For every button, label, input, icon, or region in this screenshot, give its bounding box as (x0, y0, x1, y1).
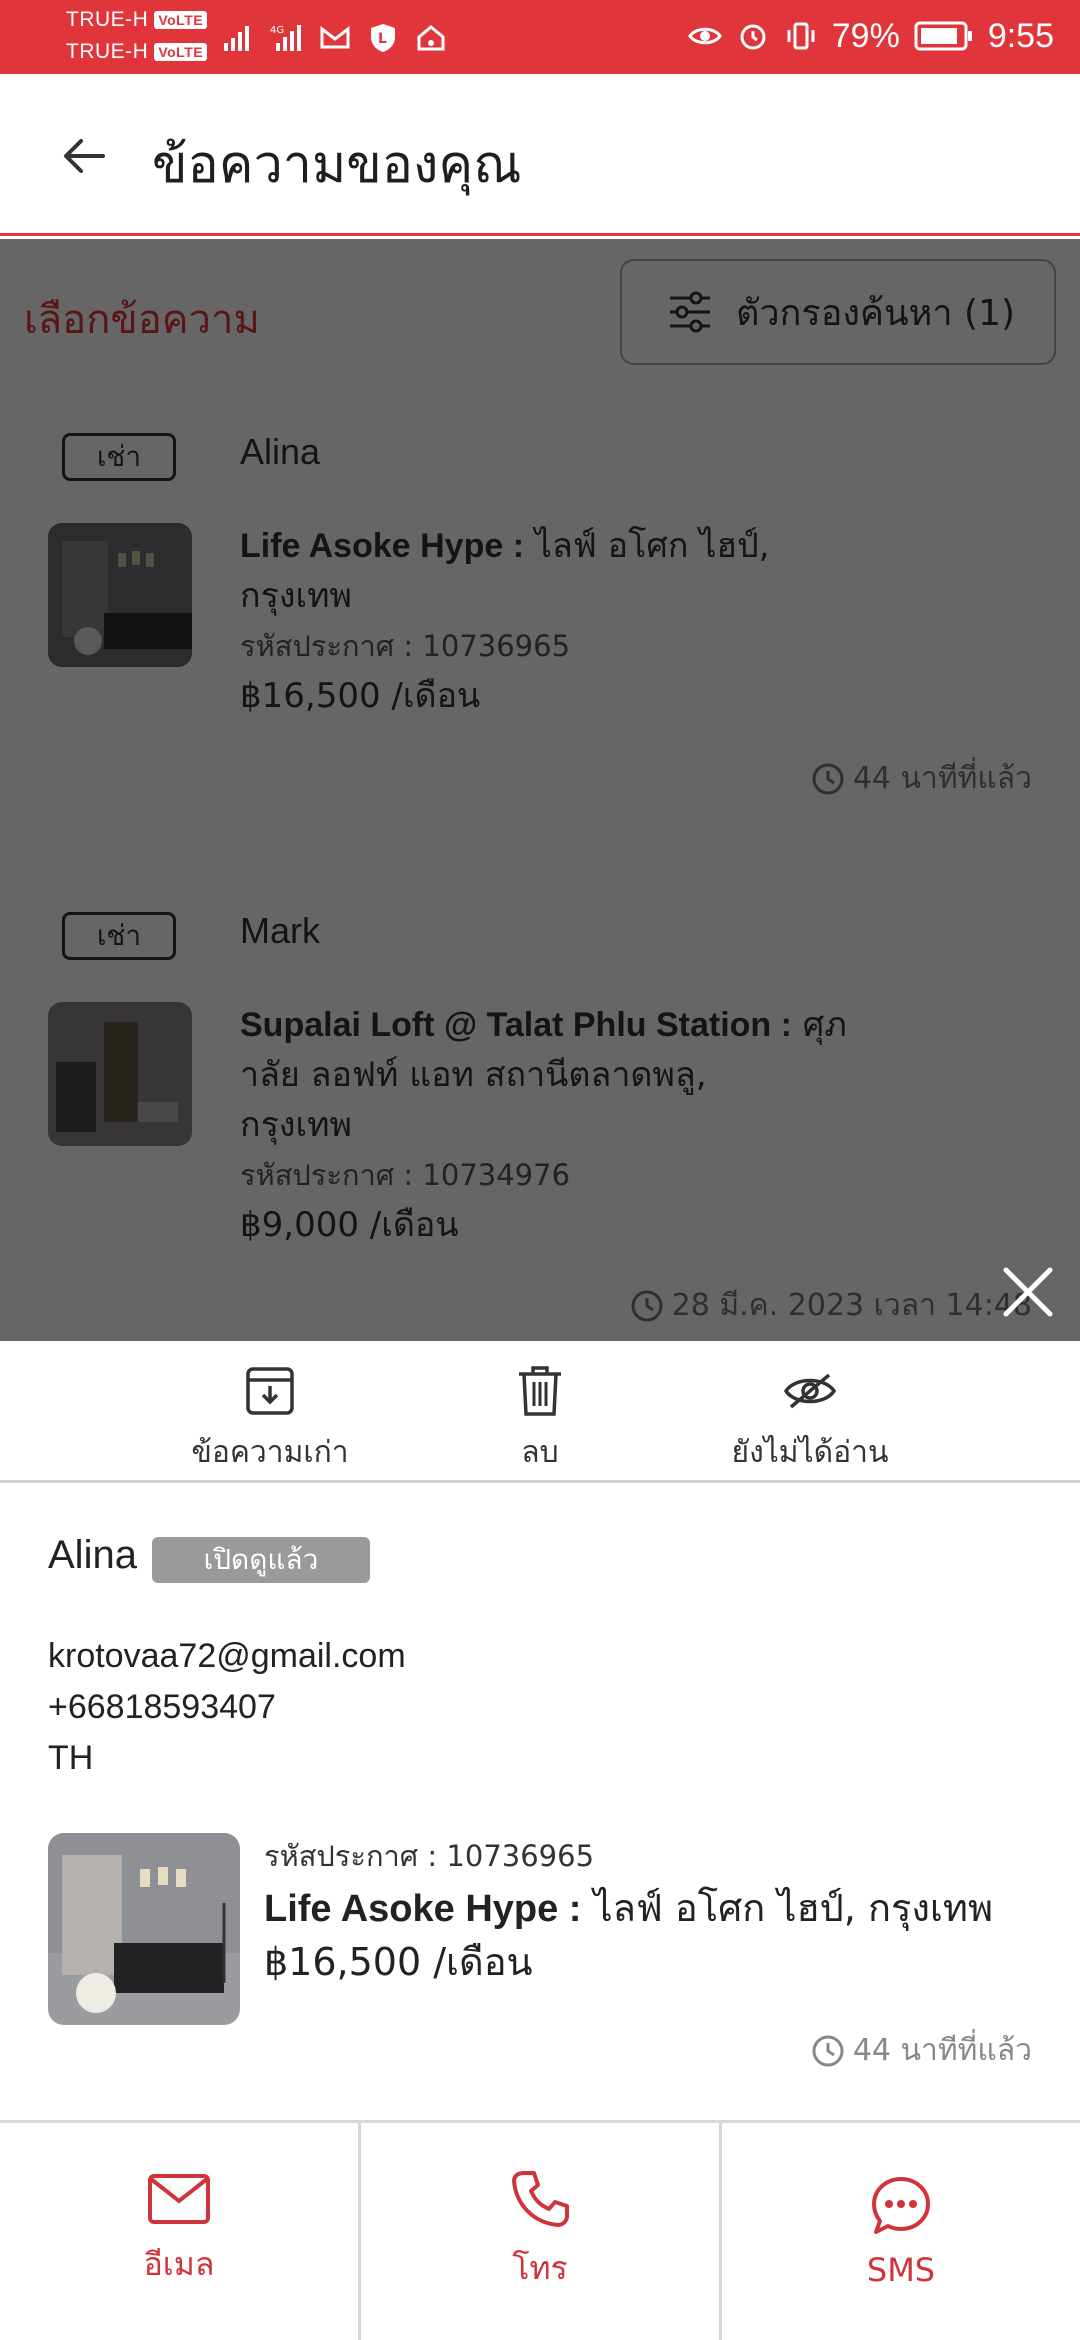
room-photo (48, 1002, 192, 1146)
mark-unread-button[interactable]: ยังไม่ได้อ่าน (680, 1361, 940, 1476)
card-time: 28 มี.ค. 2023 เวลา 14:48 (630, 1282, 1032, 1329)
eye-icon (687, 27, 722, 45)
archive-label: ข้อความเก่า (191, 1435, 349, 1470)
delete-button[interactable]: ลบ (410, 1361, 670, 1476)
svg-text:L: L (378, 31, 387, 47)
message-list: เลือกข้อความ ตัวกรองค้นหา (1) เช่า Alina… (0, 239, 1080, 1341)
sender-name: Alina (48, 1533, 137, 1577)
card-listing-thai-2: าลัย ลอฟท์ แอท สถานีตลาดพลู, (240, 1055, 707, 1095)
delete-label: ลบ (521, 1435, 559, 1470)
eye-off-icon (783, 1373, 837, 1409)
shield-icon: L (371, 24, 395, 52)
listing-thumbnail (48, 1002, 192, 1146)
action-row: ข้อความเก่า ลบ ยังไม่ได้อ่าน (0, 1341, 1080, 1483)
card-listing-thai: ศุภ (791, 1005, 847, 1045)
room-photo (48, 1833, 240, 2025)
sliders-icon (670, 291, 710, 333)
filter-button[interactable]: ตัวกรองค้นหา (1) (620, 259, 1056, 365)
battery-percent: 79% (831, 16, 900, 55)
call-button-label: โทร (512, 2249, 568, 2287)
carrier-1-label: TRUE-H (66, 8, 149, 31)
card-price: ฿16,500 /เดือน (240, 676, 481, 716)
listing-title[interactable]: Life Asoke Hype : ไลฟ์ อโศก ไฮป์, กรุงเท… (264, 1877, 993, 1938)
status-bar: TRUE-H VoLTE TRUE-H VoLTE 4G L 79% 9:55 (0, 0, 1080, 74)
home-wifi-icon (417, 25, 445, 51)
gmail-icon (320, 25, 350, 49)
contact-bar: อีเมล โทร SMS (0, 2120, 1080, 2340)
listing-thumbnail (48, 523, 192, 667)
card-listing-name: Supalai Loft @ Talat Phlu Station : (240, 1006, 792, 1044)
select-messages-link[interactable]: เลือกข้อความ (24, 287, 260, 351)
sms-button-label: SMS (866, 2250, 936, 2289)
email-button[interactable]: อีเมล (0, 2123, 361, 2340)
carrier-2-label: TRUE-H (66, 40, 149, 63)
email-button-label: อีเมล (143, 2245, 215, 2283)
card-listing-code: รหัสประกาศ : 10734976 (240, 1158, 571, 1192)
arrow-left-icon (64, 139, 105, 173)
signal-4g-icon: 4G (270, 25, 301, 51)
filter-label: ตัวกรองค้นหา (1) (736, 292, 1015, 334)
card-listing-city: กรุงเทพ (240, 576, 352, 616)
phone-icon (512, 2171, 569, 2227)
card-time-label: 44 นาทีที่แล้ว (852, 761, 1032, 796)
room-photo (48, 523, 192, 667)
listing-photo[interactable] (48, 1833, 240, 2025)
message-detail-sheet: ข้อความเก่า ลบ ยังไม่ได้อ่าน Alina เปิดด… (0, 1341, 1080, 2340)
volte-badge-1: VoLTE (154, 11, 208, 30)
archive-button[interactable]: ข้อความเก่า (140, 1361, 400, 1476)
filter-bar: เลือกข้อความ ตัวกรองค้นหา (1) (0, 239, 1080, 385)
card-sender-name: Mark (240, 910, 320, 951)
close-icon[interactable] (998, 1262, 1058, 1322)
message-card-alina[interactable]: เช่า Alina Life Asoke Hype : ไลฟ์ อโศก ไ… (0, 385, 1080, 852)
archive-icon (246, 1367, 294, 1415)
carrier-1: TRUE-H VoLTE (66, 8, 208, 32)
listing-code: รหัสประกาศ : 10736965 (264, 1839, 595, 1873)
clock-icon (631, 1290, 663, 1321)
clock-icon (812, 2035, 844, 2066)
card-body: Life Asoke Hype : ไลฟ์ อโศก ไฮป์, กรุงเท… (240, 521, 880, 721)
vibrate-icon (787, 22, 815, 50)
status-icons-left: 4G L (222, 18, 448, 58)
listing-thai-name: ไลฟ์ อโศก ไฮป์, กรุงเทพ (581, 1886, 993, 1930)
status-badge: เปิดดูแล้ว (152, 1537, 370, 1583)
card-listing-name: Life Asoke Hype : (240, 527, 525, 565)
rent-tag: เช่า (62, 912, 176, 960)
svg-text:4G: 4G (270, 25, 284, 36)
sms-button[interactable]: SMS (722, 2123, 1080, 2340)
signal-icon (224, 26, 249, 51)
mail-icon (148, 2174, 210, 2224)
email-text[interactable]: krotovaa72@gmail.com (48, 1631, 406, 1682)
carrier-2: TRUE-H VoLTE (66, 40, 208, 64)
app-bar: ข้อความของคุณ (0, 74, 1080, 236)
card-listing-city: กรุงเทพ (240, 1105, 352, 1145)
card-price: ฿9,000 /เดือน (240, 1205, 459, 1245)
country-text: TH (48, 1739, 94, 1777)
listing-price: ฿16,500 /เดือน (264, 1940, 533, 1984)
card-listing-thai: ไลฟ์ อโศก ไฮป์, (524, 526, 770, 566)
card-listing-code: รหัสประกาศ : 10736965 (240, 629, 571, 663)
card-time: 44 นาทีที่แล้ว (811, 755, 1032, 802)
card-body: Supalai Loft @ Talat Phlu Station : ศุภ … (240, 1000, 880, 1250)
sms-chat-icon (872, 2176, 930, 2234)
call-button[interactable]: โทร (361, 2123, 722, 2340)
battery-icon (914, 21, 972, 51)
listing-time-label: 44 นาทีที่แล้ว (852, 2033, 1032, 2068)
listing-name: Life Asoke Hype : (264, 1888, 582, 1930)
card-time-label: 28 มี.ค. 2023 เวลา 14:48 (671, 1288, 1032, 1323)
clock: 9:55 (987, 16, 1054, 55)
status-icons-right: 79% 9:55 (687, 14, 1054, 58)
rent-tag: เช่า (62, 433, 176, 481)
alarm-icon (740, 24, 766, 50)
mark-unread-label: ยังไม่ได้อ่าน (731, 1435, 889, 1470)
message-card-mark[interactable]: เช่า Mark Supalai Loft @ Talat Phlu Stat… (0, 864, 1080, 1341)
contact-info: krotovaa72@gmail.com +66818593407 TH (48, 1631, 406, 1784)
listing-time: 44 นาทีที่แล้ว (811, 2027, 1032, 2074)
volte-badge-2: VoLTE (154, 43, 208, 62)
phone-text[interactable]: +66818593407 (48, 1682, 406, 1733)
card-sender-name: Alina (240, 431, 321, 472)
page-title: ข้อความของคุณ (152, 135, 522, 195)
trash-icon (519, 1366, 561, 1416)
clock-icon (812, 763, 844, 794)
back-button[interactable] (52, 124, 116, 188)
